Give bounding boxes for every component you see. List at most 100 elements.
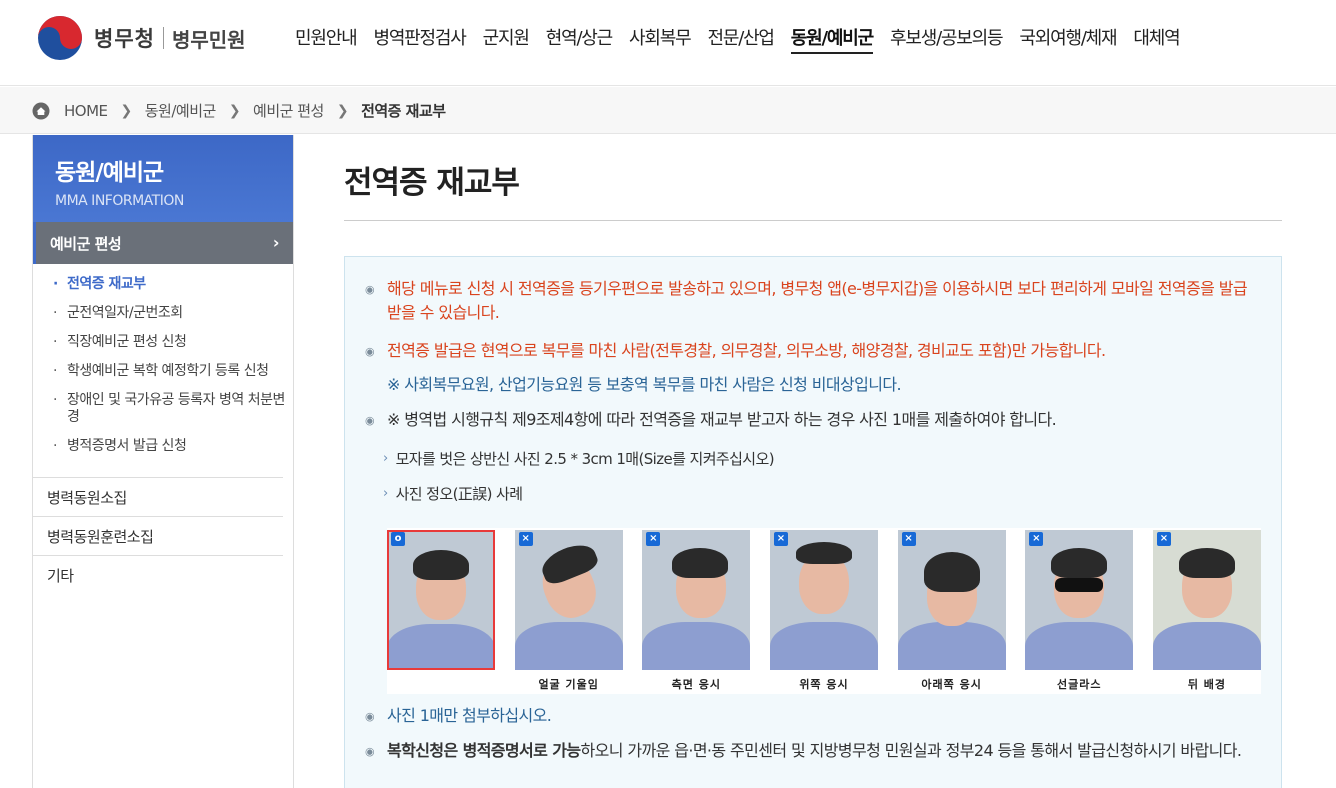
photo-example-down: × 아래쪽 응시 — [897, 528, 1006, 694]
notice-item: ◉ ※ 병역법 시행규칙 제9조제4항에 따라 전역증을 재교부 받고자 하는 … — [365, 408, 1265, 433]
photo-example-background: × 뒤 배경 — [1152, 528, 1261, 694]
sidebar-subitem-label: 직장예비군 편성 신청 — [67, 334, 187, 350]
sidebar-header: 동원/예비군 MMA INFORMATION — [33, 135, 293, 222]
nav-item-active-duty[interactable]: 현역/상근 — [546, 26, 614, 54]
sub-note-text: 모자를 벗은 상반신 사진 2.5 * 3cm 1매(Size를 지켜주십시오) — [395, 450, 775, 468]
sidebar-subitems: · 전역증 재교부 · 군전역일자/군번조회 · 직장예비군 편성 신청 · 학생예비군… — [33, 264, 293, 477]
wrong-mark-icon: × — [773, 532, 788, 546]
sidebar-subitem-label: 학생예비군 복학 예정학기 등록 신청 — [67, 363, 269, 379]
sidebar-subtitle: MMA INFORMATION — [55, 193, 184, 209]
logo[interactable]: 병무청 병무민원 — [36, 14, 246, 62]
sidebar-subitem-label: 군전역일자/군번조회 — [67, 305, 183, 321]
sidebar-subitem-label: 전역증 재교부 — [67, 276, 146, 292]
wrong-mark-icon: × — [518, 532, 533, 546]
photo-image — [642, 530, 751, 670]
photo-image — [387, 530, 495, 670]
bullet-icon: · — [53, 392, 57, 408]
nav-item-reserve[interactable]: 동원/예비군 — [790, 26, 874, 54]
sidebar-subitem-label: 병적증명서 발급 신청 — [67, 438, 187, 454]
sidebar-subitem-disability-change[interactable]: · 장애인 및 국가유공 등록자 병역 처분변경 — [53, 392, 293, 426]
nav-item-info[interactable]: 민원안내 — [295, 26, 358, 54]
wrong-mark-icon: × — [1156, 532, 1171, 546]
photo-caption: 얼굴 기울임 — [538, 678, 599, 691]
notice-text: ※ 사회복무요원, 산업기능요원 등 보충역 복무를 마친 사람은 신청 비대상… — [387, 375, 902, 394]
triangle-right-icon: › — [383, 486, 388, 501]
notice-note: ※ 사회복무요원, 산업기능요원 등 보충역 복무를 마친 사람은 신청 비대상… — [387, 373, 1287, 397]
photo-example-correct: o — [387, 528, 495, 694]
photo-example-tilted: × 얼굴 기울임 — [514, 528, 623, 694]
sidebar-subitem-certificate[interactable]: · 병적증명서 발급 신청 — [53, 438, 293, 455]
page-title: 전역증 재교부 — [344, 165, 520, 201]
logo-subtitle: 병무민원 — [171, 27, 246, 52]
sidebar-item-mobilization[interactable]: 병력동원소집 — [33, 478, 283, 517]
notice-text-wrap: 복학신청은 병적증명서로 가능하오니 가까운 읍·면·동 주민센터 및 지방병무… — [387, 739, 1242, 764]
notice-box: ◉ 해당 메뉴로 신청 시 전역증을 등기우편으로 발송하고 있으며, 병무청 … — [344, 256, 1282, 788]
notice-item: ◉ 사진 1매만 첨부하십시오. — [365, 704, 1265, 729]
chevron-right-icon: ❯ — [228, 102, 241, 119]
main-nav: 민원안내 병역판정검사 군지원 현역/상근 사회복무 전문/산업 동원/예비군 … — [295, 26, 1197, 54]
title-divider — [344, 220, 1282, 221]
breadcrumb-organization[interactable]: 예비군 편성 — [253, 100, 324, 121]
breadcrumb-reserve[interactable]: 동원/예비군 — [145, 100, 217, 121]
photo-image — [514, 530, 623, 670]
photo-caption: 아래쪽 응시 — [921, 678, 982, 691]
chevron-right-icon: › — [272, 233, 280, 252]
sidebar-subitem-reissue[interactable]: · 전역증 재교부 — [53, 276, 293, 293]
bullet-icon: · — [53, 305, 57, 321]
circle-arrow-icon: ◉ — [365, 414, 375, 427]
breadcrumb-home[interactable]: HOME — [64, 102, 108, 120]
notice-item: ◉ 복학신청은 병적증명서로 가능하오니 가까운 읍·면·동 주민센터 및 지방… — [365, 739, 1265, 764]
taegeuk-logo-icon — [38, 16, 82, 60]
photo-example-up: × 위쪽 응시 — [769, 528, 878, 694]
nav-item-alternative[interactable]: 대체역 — [1133, 26, 1180, 54]
correct-mark-icon: o — [391, 532, 405, 546]
photo-caption: 측면 응시 — [671, 678, 721, 691]
sidebar-subitem-discharge-lookup[interactable]: · 군전역일자/군번조회 — [53, 305, 293, 322]
nav-item-overseas[interactable]: 국외여행/체재 — [1019, 26, 1117, 54]
photo-image — [769, 530, 878, 670]
sub-note-text: 사진 정오(正誤) 사례 — [395, 485, 523, 503]
logo-text: 병무청 — [94, 27, 155, 51]
breadcrumb-current: 전역증 재교부 — [361, 102, 446, 120]
nav-item-exam[interactable]: 병역판정검사 — [373, 26, 466, 54]
sidebar-item-etc[interactable]: 기타 — [33, 556, 283, 595]
bullet-icon: · — [53, 276, 58, 292]
photo-image — [1152, 530, 1261, 670]
bullet-icon: · — [53, 438, 57, 454]
breadcrumb-bar: HOME ❯ 동원/예비군 ❯ 예비군 편성 ❯ 전역증 재교부 — [0, 87, 1336, 134]
notice-item: ◉ 해당 메뉴로 신청 시 전역증을 등기우편으로 발송하고 있으며, 병무청 … — [365, 277, 1265, 325]
nav-item-industry[interactable]: 전문/산업 — [707, 26, 775, 54]
sidebar-subitem-student-reserve[interactable]: · 학생예비군 복학 예정학기 등록 신청 — [53, 363, 293, 380]
wrong-mark-icon: × — [1029, 532, 1044, 546]
sidebar-menu: 병력동원소집 병력동원훈련소집 기타 — [33, 477, 283, 595]
chevron-right-icon: ❯ — [336, 102, 349, 119]
nav-item-military-apply[interactable]: 군지원 — [483, 26, 530, 54]
photo-caption: 선글라스 — [1057, 678, 1102, 691]
wrong-mark-icon: × — [901, 532, 916, 546]
nav-item-social-service[interactable]: 사회복무 — [629, 26, 692, 54]
photo-caption: 뒤 배경 — [1187, 678, 1227, 691]
notice-text: 하오니 가까운 읍·면·동 주민센터 및 지방병무청 민원실과 정부24 등을 … — [580, 741, 1242, 760]
sidebar-section-reserve-org[interactable]: 예비군 편성 › — [33, 222, 293, 264]
sidebar: 동원/예비군 MMA INFORMATION 예비군 편성 › · 전역증 재교부… — [32, 135, 294, 788]
logo-divider — [162, 27, 164, 49]
breadcrumb: HOME ❯ 동원/예비군 ❯ 예비군 편성 ❯ 전역증 재교부 — [32, 87, 446, 134]
photo-caption: 위쪽 응시 — [799, 678, 849, 691]
notice-bold-text: 복학신청은 병적증명서로 가능 — [387, 741, 581, 760]
photo-example-side: × 측면 응시 — [642, 528, 751, 694]
circle-arrow-icon: ◉ — [365, 745, 375, 758]
photo-image — [897, 530, 1006, 670]
site-header: 병무청 병무민원 민원안내 병역판정검사 군지원 현역/상근 사회복무 전문/산… — [0, 0, 1336, 86]
photo-example-sunglasses: × 선글라스 — [1025, 528, 1134, 694]
nav-item-candidates[interactable]: 후보생/공보의등 — [890, 26, 1004, 54]
notice-item: ◉ 전역증 발급은 현역으로 복무를 마친 사람(전투경찰, 의무경찰, 의무소… — [365, 339, 1265, 364]
bullet-icon: · — [53, 334, 57, 350]
wrong-mark-icon: × — [646, 532, 661, 546]
photo-image — [1025, 530, 1134, 670]
home-icon[interactable] — [32, 102, 50, 120]
sidebar-item-mobilization-training[interactable]: 병력동원훈련소집 — [33, 517, 283, 556]
sidebar-subitem-workplace-reserve[interactable]: · 직장예비군 편성 신청 — [53, 334, 293, 351]
sub-note: › 사진 정오(正誤) 사례 — [383, 483, 523, 505]
sidebar-title: 동원/예비군 — [55, 160, 164, 186]
circle-arrow-icon: ◉ — [365, 283, 375, 296]
